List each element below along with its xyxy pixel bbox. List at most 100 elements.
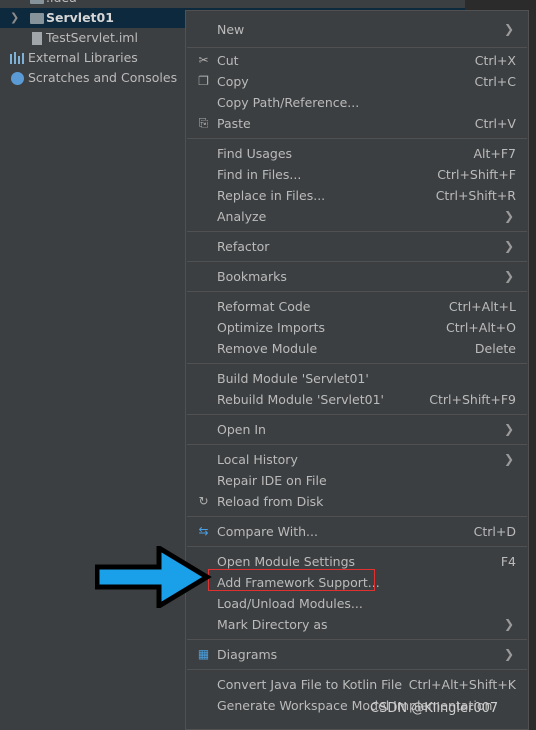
- menu-item-shortcut: Ctrl+Alt+Shift+K: [408, 677, 516, 692]
- menu-item-reload-from-disk[interactable]: ↻ Reload from Disk: [186, 491, 528, 512]
- menu-item-shortcut: F4: [500, 554, 516, 569]
- menu-item-label: Diagrams: [217, 647, 278, 662]
- menu-item-label: Remove Module: [217, 341, 318, 356]
- menu-item-shortcut: Ctrl+Shift+F: [437, 167, 516, 182]
- menu-item-open-in[interactable]: Open In ❯: [186, 419, 528, 440]
- menu-item-shortcut: Ctrl+Alt+O: [446, 320, 516, 335]
- menu-item-shortcut: Ctrl+C: [474, 74, 516, 89]
- menu-item-label: Compare With...: [217, 524, 318, 539]
- menu-item-label: Paste: [217, 116, 251, 131]
- menu-item-label: Reformat Code: [217, 299, 311, 314]
- menu-item-label: Convert Java File to Kotlin File: [217, 677, 403, 692]
- menu-item-label: Bookmarks: [217, 269, 287, 284]
- menu-separator: [187, 138, 527, 139]
- compare-icon: ⇆: [198, 524, 209, 538]
- menu-item-refactor[interactable]: Refactor ❯: [186, 236, 528, 257]
- menu-item-label: Open In: [217, 422, 266, 437]
- menu-item-shortcut: Delete: [474, 341, 516, 356]
- tree-item-label: Scratches and Consoles: [28, 70, 178, 85]
- submenu-arrow-icon: ❯: [503, 269, 514, 283]
- submenu-arrow-icon: ❯: [503, 647, 514, 661]
- menu-separator: [187, 516, 527, 517]
- menu-item-shortcut: Alt+F7: [473, 146, 516, 161]
- menu-item-local-history[interactable]: Local History ❯: [186, 449, 528, 470]
- menu-item-label: Replace in Files...: [217, 188, 326, 203]
- project-tree: .idea ❯ Servlet01 TestServlet.iml Extern…: [0, 0, 465, 730]
- menu-item-label: New: [217, 22, 245, 37]
- folder-icon: [30, 0, 44, 4]
- menu-item-optimize-imports[interactable]: Optimize Imports Ctrl+Alt+O: [186, 317, 528, 338]
- menu-item-find-usages[interactable]: Find Usages Alt+F7: [186, 143, 528, 164]
- menu-item-shortcut: Ctrl+X: [474, 53, 516, 68]
- menu-item-label: Local History: [217, 452, 298, 467]
- menu-item-remove-module[interactable]: Remove Module Delete: [186, 338, 528, 359]
- submenu-arrow-icon: ❯: [503, 422, 514, 436]
- diagram-icon: ▦: [197, 647, 210, 661]
- menu-separator: [187, 669, 527, 670]
- submenu-arrow-icon: ❯: [503, 209, 514, 223]
- menu-item-label: Load/Unload Modules...: [217, 596, 363, 611]
- menu-item-find-in-files[interactable]: Find in Files... Ctrl+Shift+F: [186, 164, 528, 185]
- menu-item-label: Copy: [217, 74, 249, 89]
- submenu-arrow-icon: ❯: [503, 22, 514, 36]
- menu-item-new[interactable]: New ❯: [186, 19, 528, 40]
- menu-item-rebuild-module[interactable]: Rebuild Module 'Servlet01' Ctrl+Shift+F9: [186, 389, 528, 410]
- chevron-right-icon[interactable]: ❯: [10, 8, 19, 28]
- library-icon: [10, 52, 24, 64]
- menu-item-label: Find in Files...: [217, 167, 302, 182]
- copy-icon: ❐: [198, 74, 209, 88]
- menu-separator: [187, 444, 527, 445]
- menu-item-cut[interactable]: ✂ Cut Ctrl+X: [186, 50, 528, 71]
- menu-item-bookmarks[interactable]: Bookmarks ❯: [186, 266, 528, 287]
- tree-item-label: Servlet01: [46, 10, 114, 25]
- submenu-arrow-icon: ❯: [503, 617, 514, 631]
- menu-item-label: Analyze: [217, 209, 267, 224]
- menu-item-paste[interactable]: ⎘ Paste Ctrl+V: [186, 113, 528, 134]
- menu-item-convert-to-kotlin[interactable]: Convert Java File to Kotlin File Ctrl+Al…: [186, 674, 528, 695]
- menu-separator: [187, 261, 527, 262]
- menu-item-analyze[interactable]: Analyze ❯: [186, 206, 528, 227]
- menu-item-load-unload-modules[interactable]: Load/Unload Modules...: [186, 593, 528, 614]
- menu-item-label: Mark Directory as: [217, 617, 328, 632]
- context-menu: New ❯ ✂ Cut Ctrl+X ❐ Copy Ctrl+C Copy Pa…: [185, 10, 529, 730]
- reload-icon: ↻: [198, 494, 209, 508]
- tree-item-label: External Libraries: [28, 50, 138, 65]
- menu-item-build-module[interactable]: Build Module 'Servlet01': [186, 368, 528, 389]
- module-folder-icon: [30, 13, 44, 24]
- menu-item-compare-with[interactable]: ⇆ Compare With... Ctrl+D: [186, 521, 528, 542]
- menu-item-label: Reload from Disk: [217, 494, 324, 509]
- menu-item-reformat-code[interactable]: Reformat Code Ctrl+Alt+L: [186, 296, 528, 317]
- menu-separator: [187, 363, 527, 364]
- menu-item-label: Optimize Imports: [217, 320, 326, 335]
- submenu-arrow-icon: ❯: [503, 452, 514, 466]
- submenu-arrow-icon: ❯: [503, 239, 514, 253]
- highlight-box: [208, 569, 375, 591]
- menu-item-label: Repair IDE on File: [217, 473, 327, 488]
- menu-separator: [187, 546, 527, 547]
- menu-separator: [187, 47, 527, 48]
- menu-item-copy-path[interactable]: Copy Path/Reference...: [186, 92, 528, 113]
- menu-item-shortcut: Ctrl+Alt+L: [448, 299, 516, 314]
- menu-item-shortcut: Ctrl+D: [473, 524, 516, 539]
- menu-item-shortcut: Ctrl+Shift+F9: [429, 392, 516, 407]
- menu-item-repair-ide[interactable]: Repair IDE on File: [186, 470, 528, 491]
- menu-item-mark-directory-as[interactable]: Mark Directory as ❯: [186, 614, 528, 635]
- file-icon: [32, 32, 42, 45]
- menu-item-copy[interactable]: ❐ Copy Ctrl+C: [186, 71, 528, 92]
- tree-item-label: .idea: [46, 0, 77, 8]
- menu-separator: [187, 291, 527, 292]
- menu-separator: [187, 639, 527, 640]
- menu-item-shortcut: Ctrl+Shift+R: [435, 188, 516, 203]
- menu-item-replace-in-files[interactable]: Replace in Files... Ctrl+Shift+R: [186, 185, 528, 206]
- menu-separator: [187, 231, 527, 232]
- scissors-icon: ✂: [198, 53, 209, 67]
- menu-item-label: Copy Path/Reference...: [217, 95, 360, 110]
- menu-item-label: Refactor: [217, 239, 270, 254]
- menu-item-diagrams[interactable]: ▦ Diagrams ❯: [186, 644, 528, 665]
- menu-separator: [187, 414, 527, 415]
- tree-item-label: TestServlet.iml: [46, 30, 138, 45]
- annotation-arrow-icon: [95, 546, 212, 608]
- watermark: CSDN @Klingler007: [370, 701, 499, 716]
- menu-item-label: Build Module 'Servlet01': [217, 371, 369, 386]
- clipboard-icon: ⎘: [198, 116, 209, 130]
